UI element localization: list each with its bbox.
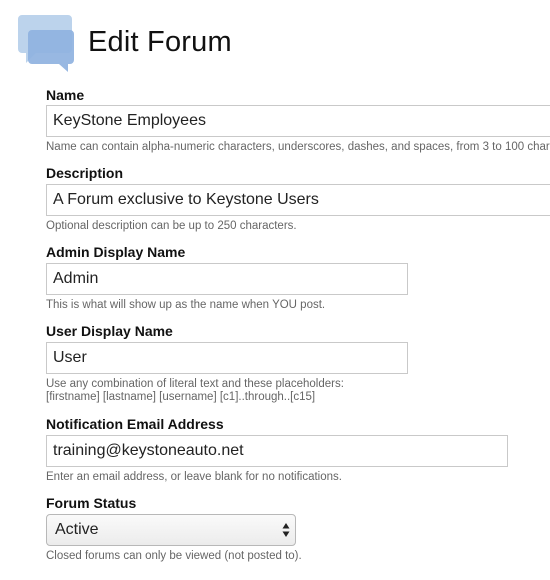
user-display-name-help-line1: Use any combination of literal text and … (46, 378, 344, 390)
user-display-name-help-line2: [firstname] [lastname] [username] [c1]..… (46, 391, 316, 403)
forum-status-selected: Active (55, 521, 99, 538)
page-title: Edit Forum (88, 25, 232, 58)
name-input[interactable]: KeyStone Employees (46, 105, 550, 137)
notification-email-input[interactable]: training@keystoneauto.net (46, 435, 508, 467)
name-label-wrap: Name (46, 86, 84, 104)
page-header: Edit Forum (18, 12, 232, 72)
name-help: Name can contain alpha-numeric character… (46, 141, 550, 153)
notification-email-label: Notification Email Address (46, 416, 224, 432)
description-help: Optional description can be up to 250 ch… (46, 220, 297, 232)
user-display-name-label: User Display Name (46, 323, 173, 339)
admin-display-name-input[interactable]: Admin (46, 263, 408, 295)
name-label: Name (46, 87, 85, 103)
forum-status-select[interactable]: Active (46, 514, 296, 546)
description-label: Description (46, 165, 124, 181)
notification-email-help: Enter an email address, or leave blank f… (46, 471, 342, 483)
admin-display-name-label: Admin Display Name (46, 244, 186, 260)
select-arrows-icon (282, 523, 290, 537)
chat-bubbles-icon (18, 12, 78, 72)
user-display-name-input[interactable]: User (46, 342, 408, 374)
description-input[interactable]: A Forum exclusive to Keystone Users (46, 184, 550, 216)
forum-status-help: Closed forums can only be viewed (not po… (46, 550, 302, 562)
forum-status-label: Forum Status (46, 495, 137, 511)
admin-display-name-help: This is what will show up as the name wh… (46, 299, 326, 311)
edit-forum-page: Edit Forum Name KeyStone Employees Name … (0, 0, 550, 580)
